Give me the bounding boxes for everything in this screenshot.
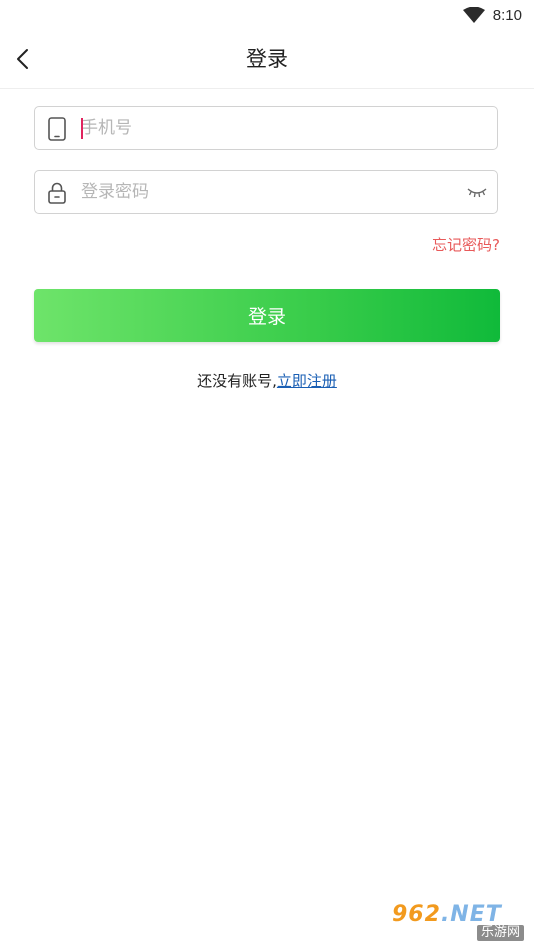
phone-input[interactable] <box>81 107 461 149</box>
text-cursor <box>81 118 83 139</box>
chevron-left-icon <box>17 49 28 69</box>
watermark-sub: 乐游网 <box>476 925 524 941</box>
watermark-number: 962 <box>392 902 441 927</box>
register-row: 还没有账号,立即注册 <box>0 370 534 391</box>
register-prompt: 还没有账号, <box>197 372 277 390</box>
watermark-brand: 962.NET <box>392 903 502 927</box>
password-field[interactable] <box>34 170 498 214</box>
watermark-logo: 962.NET 乐游网 <box>392 903 526 943</box>
app-bar: 登录 <box>0 30 534 89</box>
phone-field[interactable] <box>34 106 498 150</box>
status-bar: 8:10 <box>0 0 534 30</box>
page-title: 登录 <box>246 47 288 71</box>
status-right: 8:10 <box>462 5 522 25</box>
wifi-icon <box>462 6 485 23</box>
lock-icon <box>48 181 66 205</box>
forgot-password-link[interactable]: 忘记密码? <box>432 234 500 255</box>
login-button[interactable]: 登录 <box>34 289 500 342</box>
password-input[interactable] <box>81 171 461 213</box>
status-time: 8:10 <box>492 6 522 24</box>
watermark-suffix: .NET <box>440 902 502 927</box>
register-link[interactable]: 立即注册 <box>277 372 337 390</box>
eye-closed-icon[interactable] <box>467 185 487 199</box>
back-button[interactable] <box>8 44 38 74</box>
phone-icon <box>48 117 66 141</box>
